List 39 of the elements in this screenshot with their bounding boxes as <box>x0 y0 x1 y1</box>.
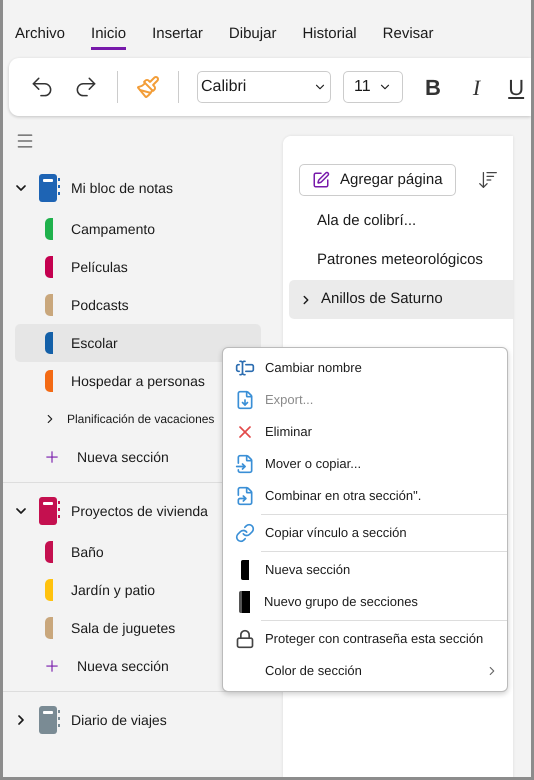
size-dropdown[interactable]: 11 <box>343 71 403 103</box>
underline-button[interactable]: U <box>508 70 524 104</box>
new-section-link[interactable]: Nueva sección <box>77 446 169 468</box>
notebook-name[interactable]: Proyectos de vivienda <box>71 500 208 522</box>
italic-button[interactable]: I <box>462 70 490 104</box>
section-group-icon <box>239 591 250 613</box>
section-item[interactable]: Escolar <box>15 324 261 362</box>
ribbon-tab[interactable]: Inicio <box>91 22 126 50</box>
ribbon-tab[interactable]: Insertar <box>152 22 203 50</box>
menu-item[interactable]: Eliminar <box>223 416 507 448</box>
merge-icon <box>235 486 255 506</box>
move-icon <box>235 454 255 474</box>
add-page-icon <box>312 171 330 189</box>
page-item[interactable]: Anillos de Saturno <box>289 280 513 319</box>
page-item[interactable]: Ala de colibrí... <box>289 202 513 241</box>
bold-button[interactable]: B <box>421 70 445 104</box>
lock-icon <box>235 629 255 649</box>
menu-item[interactable]: Combinar en otra sección". <box>223 480 507 512</box>
notebook-name[interactable]: Diario de viajes <box>71 710 167 730</box>
section-item[interactable]: Podcasts <box>15 286 261 324</box>
add-page-button[interactable]: Agregar página <box>299 164 456 196</box>
export-icon <box>235 390 255 410</box>
section-icon <box>241 560 249 580</box>
sort-icon[interactable] <box>477 169 499 191</box>
menu-item[interactable]: Mover o copiar... <box>223 448 507 480</box>
new-section-link[interactable]: Nueva sección <box>77 656 169 676</box>
menu-item[interactable]: Color de sección <box>223 655 507 687</box>
section-item[interactable]: Películas <box>15 248 261 286</box>
ribbon-tab[interactable]: Archivo <box>15 22 66 50</box>
section-group-name[interactable]: Planificación de vacaciones <box>67 410 214 428</box>
ribbon-tab[interactable]: Historial <box>302 22 357 50</box>
font-dropdown[interactable]: Calibri <box>197 71 331 103</box>
rename-icon <box>235 358 255 378</box>
section-item[interactable]: Campamento <box>15 210 261 248</box>
notebook-name[interactable]: Mi bloc de notas <box>71 178 173 198</box>
link-icon <box>235 523 255 543</box>
page-item[interactable]: Patrones meteorológicos <box>289 241 513 280</box>
ribbon-tab[interactable]: Dibujar <box>228 22 276 50</box>
ribbon-tab[interactable]: Revisar <box>382 22 434 50</box>
